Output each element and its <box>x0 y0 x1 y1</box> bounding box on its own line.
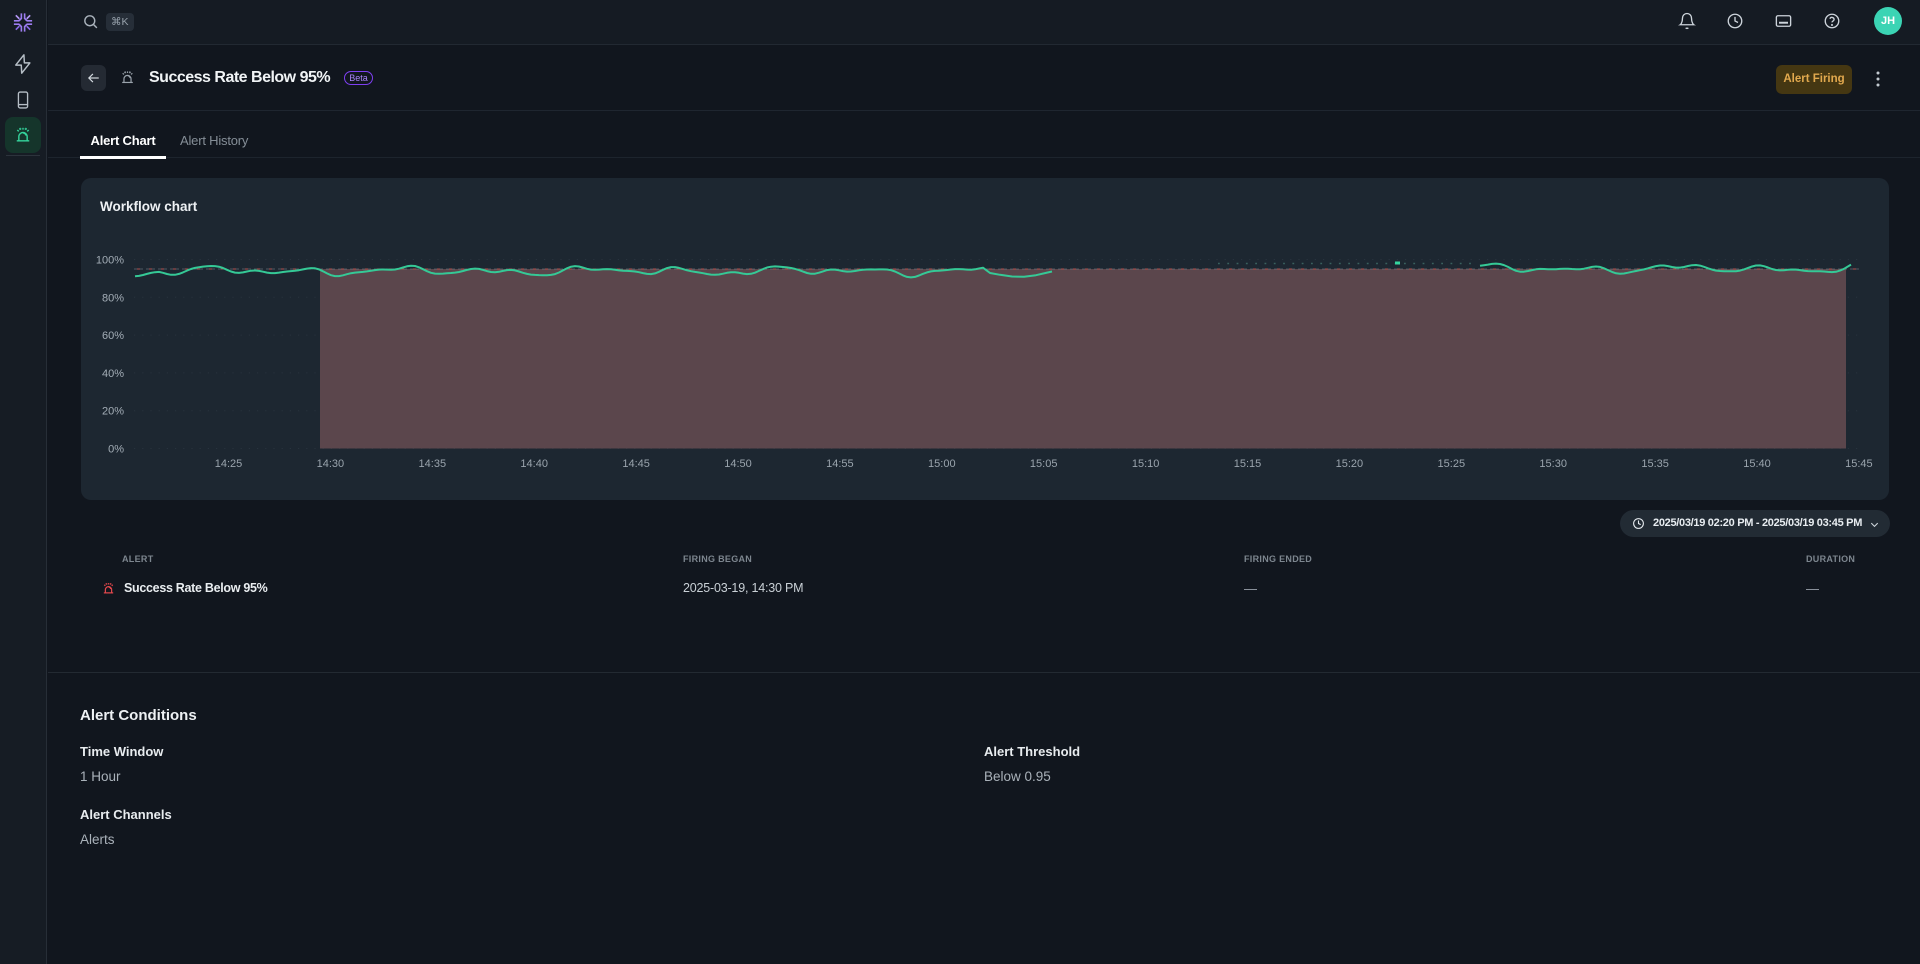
svg-text:20%: 20% <box>102 406 124 418</box>
svg-text:15:40: 15:40 <box>1743 458 1771 470</box>
svg-text:14:30: 14:30 <box>317 458 345 470</box>
svg-text:100%: 100% <box>96 255 124 267</box>
svg-text:15:05: 15:05 <box>1030 458 1058 470</box>
svg-text:15:20: 15:20 <box>1336 458 1364 470</box>
svg-text:14:55: 14:55 <box>826 458 854 470</box>
svg-text:15:35: 15:35 <box>1641 458 1669 470</box>
svg-text:60%: 60% <box>102 330 124 342</box>
svg-text:80%: 80% <box>102 292 124 304</box>
svg-text:15:10: 15:10 <box>1132 458 1160 470</box>
svg-text:0%: 0% <box>108 444 124 456</box>
svg-text:15:00: 15:00 <box>928 458 956 470</box>
svg-text:14:45: 14:45 <box>622 458 650 470</box>
svg-text:15:45: 15:45 <box>1845 458 1873 470</box>
svg-text:15:30: 15:30 <box>1539 458 1567 470</box>
svg-text:14:40: 14:40 <box>520 458 548 470</box>
svg-text:14:50: 14:50 <box>724 458 752 470</box>
svg-text:15:15: 15:15 <box>1234 458 1262 470</box>
svg-text:40%: 40% <box>102 368 124 380</box>
svg-text:15:25: 15:25 <box>1438 458 1466 470</box>
svg-text:14:35: 14:35 <box>419 458 447 470</box>
svg-text:14:25: 14:25 <box>215 458 243 470</box>
